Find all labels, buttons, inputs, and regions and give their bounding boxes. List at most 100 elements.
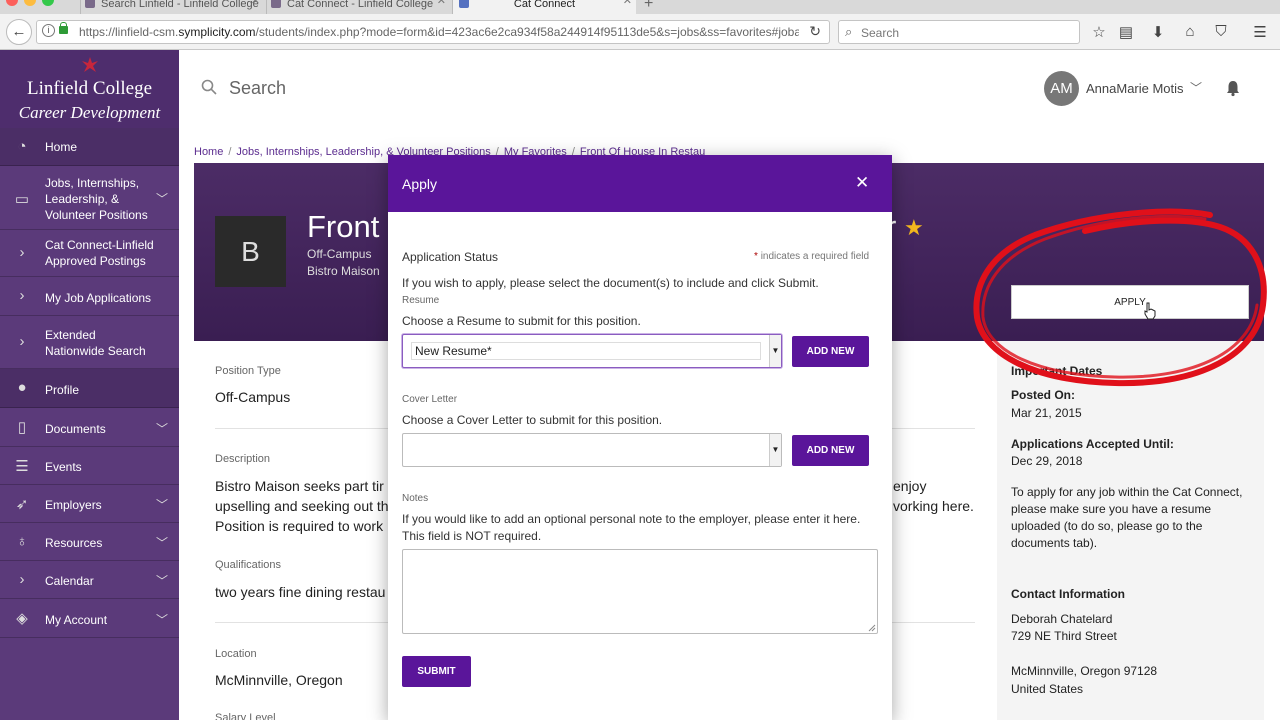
menu-icon[interactable]: ☰ <box>1251 23 1269 41</box>
back-button[interactable]: ← <box>6 19 32 45</box>
add-new-cover-letter-button[interactable]: ADD NEW <box>792 435 869 466</box>
sidebar-item-my-job-applications[interactable]: › My Job Applications <box>0 277 179 316</box>
sidebar-item-label: Profile <box>45 383 80 397</box>
description-text: Position is required to work <box>215 518 384 534</box>
resize-handle-icon[interactable] <box>868 624 876 632</box>
url-domain: symplicity.com <box>178 25 256 39</box>
favorite-star-icon[interactable]: ★ <box>904 215 924 241</box>
reload-icon[interactable]: ↻ <box>809 23 821 40</box>
dropdown-arrow-icon[interactable]: ▼ <box>769 434 781 466</box>
info-icon[interactable]: i <box>42 24 55 37</box>
position-type-value: Off-Campus <box>215 389 291 405</box>
instructions-text: If you wish to apply, please select the … <box>402 276 819 290</box>
sidebar-item-employers[interactable]: ➶ Employers ﹀ <box>0 485 179 523</box>
browser-tab[interactable]: Search Linfield - Linfield College ✕ <box>80 0 264 14</box>
chevron-down-icon: ﹀ <box>156 536 169 550</box>
chevron-down-icon: ﹀ <box>156 422 169 436</box>
chevron-right-icon: › <box>19 571 25 588</box>
sidebar-item-resources[interactable]: ♁ Resources ﹀ <box>0 523 179 561</box>
avatar[interactable]: AM <box>1044 71 1079 106</box>
chevron-right-icon: › <box>19 287 25 304</box>
submit-label: SUBMIT <box>417 666 456 677</box>
sidebar-item-home[interactable]: ◔ Home <box>0 128 179 166</box>
accepted-until-label: Applications Accepted Until: <box>1011 437 1174 451</box>
resume-prompt: Choose a Resume to submit for this posit… <box>402 314 641 328</box>
sidebar-item-cat-connect[interactable]: › Cat Connect-Linfield Approved Postings <box>0 230 179 277</box>
chevron-right-icon: › <box>19 333 25 350</box>
submit-button[interactable]: SUBMIT <box>402 656 471 687</box>
search-icon: ⌕ <box>845 24 853 39</box>
required-asterisk: * <box>754 251 758 262</box>
close-window-button[interactable] <box>6 0 18 6</box>
job-details-sidebar: Important Dates Posted On: Mar 21, 2015 … <box>997 341 1264 720</box>
sidebar-item-jobs[interactable]: ▭ Jobs, Internships, Leadership, & Volun… <box>0 166 179 230</box>
hand-cursor-icon <box>1144 302 1156 320</box>
description-text: enjoy <box>893 478 927 494</box>
sidebar-item-documents[interactable]: ▯ Documents ﹀ <box>0 408 179 447</box>
logo-flourish-icon <box>82 57 98 72</box>
college-logo[interactable]: Linfield College Career Development <box>0 50 179 128</box>
contact-city: McMinnville, Oregon 97128 <box>1011 664 1158 678</box>
new-tab-button[interactable]: + <box>644 0 653 13</box>
maximize-window-button[interactable] <box>42 0 54 6</box>
home-icon: ◔ <box>17 138 27 155</box>
application-status-heading: Application Status <box>402 250 499 264</box>
resume-select[interactable]: New Resume* ▼ <box>402 334 782 368</box>
tab-favicon-icon <box>459 0 469 8</box>
close-icon[interactable]: ✕ <box>855 173 869 193</box>
site-search-input[interactable]: Search <box>229 78 286 99</box>
sidebar-item-label: Resources <box>45 536 103 550</box>
notes-textarea[interactable] <box>402 549 878 634</box>
pocket-icon[interactable]: ⛉ <box>1212 23 1230 40</box>
search-icon[interactable] <box>201 79 217 95</box>
browser-tab[interactable]: Cat Connect - Linfield College ✕ <box>266 0 450 14</box>
sidebar-item-my-account[interactable]: ◈ My Account ﹀ <box>0 599 179 638</box>
apply-button[interactable]: APPLY <box>1011 285 1249 319</box>
description-text: vorking here. <box>893 498 974 514</box>
resume-note: To apply for any job within the Cat Conn… <box>1011 485 1243 550</box>
document-icon: ▯ <box>17 419 27 436</box>
breadcrumb-separator: / <box>228 146 232 158</box>
signpost-icon: ☰ <box>15 458 29 475</box>
url-prefix: https://linfield-csm. <box>79 25 179 39</box>
sidebar-item-profile[interactable]: ● Profile <box>0 369 179 408</box>
important-dates-heading: Important Dates <box>1011 364 1103 378</box>
sidebar: Linfield College Career Development ◔ Ho… <box>0 50 179 720</box>
sidebar-item-label: Documents <box>45 422 106 436</box>
bookmark-star-icon[interactable]: ☆ <box>1090 23 1108 41</box>
sidebar-item-label: Cat Connect-Linfield Approved Postings <box>45 238 154 268</box>
address-bar[interactable]: i https://linfield-csm.symplicity.com/st… <box>36 20 830 44</box>
logo-line-1: Linfield College <box>26 78 153 99</box>
lightbulb-icon: ♁ <box>16 533 28 550</box>
sidebar-item-calendar[interactable]: › Calendar ﹀ <box>0 561 179 599</box>
notes-prompt-2: This field is NOT required. <box>402 529 542 543</box>
contact-heading: Contact Information <box>1011 587 1125 601</box>
download-icon[interactable]: ⬇ <box>1149 23 1167 41</box>
dropdown-arrow-icon[interactable]: ▼ <box>769 335 781 367</box>
tab-favicon-icon <box>85 0 95 8</box>
chevron-down-icon[interactable]: ﹀ <box>1190 79 1202 96</box>
resume-label: Resume <box>402 295 440 306</box>
tab-close-icon[interactable]: ✕ <box>251 0 260 7</box>
minimize-window-button[interactable] <box>24 0 36 6</box>
add-new-label: ADD NEW <box>806 445 855 456</box>
add-new-resume-button[interactable]: ADD NEW <box>792 336 869 367</box>
home-icon[interactable]: ⌂ <box>1181 23 1199 40</box>
sidebar-item-label: Home <box>45 140 78 154</box>
browser-search-field[interactable]: ⌕ Search <box>838 20 1080 44</box>
browser-tab-active[interactable]: Cat Connect ✕ <box>452 0 636 14</box>
tab-close-icon[interactable]: ✕ <box>437 0 446 7</box>
notes-label: Notes <box>402 493 429 504</box>
reading-list-icon[interactable]: ▤ <box>1117 23 1135 41</box>
bell-icon[interactable] <box>1224 79 1242 97</box>
user-name[interactable]: AnnaMarie Motis <box>1086 81 1184 96</box>
sidebar-item-events[interactable]: ☰ Events <box>0 447 179 485</box>
required-field-note: * indicates a required field <box>754 251 869 262</box>
qualifications-label: Qualifications <box>215 559 282 571</box>
breadcrumb-item[interactable]: Home <box>194 146 223 158</box>
chevron-down-icon: ﹀ <box>156 574 169 588</box>
cover-letter-select[interactable]: ▼ <box>402 433 782 467</box>
sidebar-item-extended-search[interactable]: › Extended Nationwide Search <box>0 316 179 369</box>
tab-close-icon[interactable]: ✕ <box>623 0 632 7</box>
employer-name: Bistro Maison <box>307 264 380 278</box>
